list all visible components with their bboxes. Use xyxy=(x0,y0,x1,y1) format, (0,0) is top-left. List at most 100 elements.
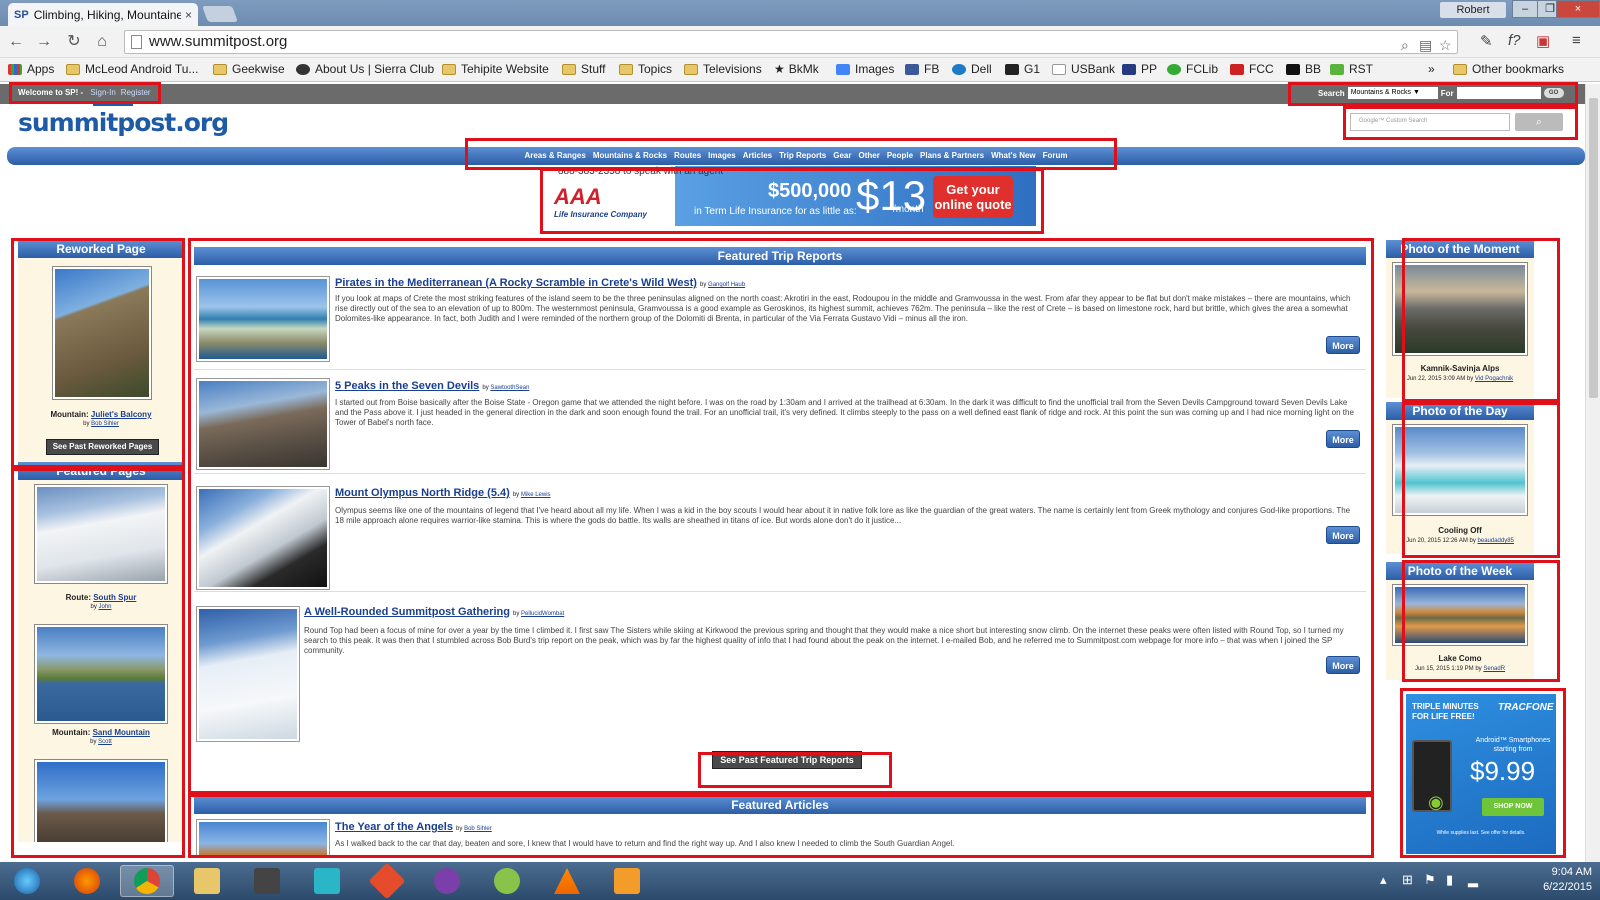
trip-more-button[interactable]: More xyxy=(1326,526,1360,544)
google-search-input[interactable]: Google™ Custom Search xyxy=(1350,113,1510,131)
bookmark-item[interactable]: Tehipite Website xyxy=(442,62,549,76)
tray-chevron-icon[interactable]: ▴ xyxy=(1380,872,1387,888)
menu-images[interactable]: Images xyxy=(708,151,736,160)
trip-author-link[interactable]: PellucidWombat xyxy=(521,611,564,617)
trip-more-button[interactable]: More xyxy=(1326,336,1360,354)
menu-gear[interactable]: Gear xyxy=(833,151,851,160)
article-thumbnail[interactable] xyxy=(196,819,330,857)
tray-battery-icon[interactable]: ▮ xyxy=(1446,872,1453,888)
function-icon[interactable]: f? xyxy=(1508,32,1521,49)
window-close-button[interactable]: × xyxy=(1556,0,1600,18)
tray-windows-icon[interactable]: ⊞ xyxy=(1402,872,1413,888)
photo-author-link[interactable]: beaudaddy85 xyxy=(1478,538,1514,544)
app-icon[interactable] xyxy=(300,865,354,897)
search-input[interactable] xyxy=(1456,87,1541,99)
start-button[interactable] xyxy=(0,865,54,897)
photo-of-week-thumbnail[interactable] xyxy=(1392,584,1528,646)
git-icon[interactable] xyxy=(360,862,414,900)
firefox-icon[interactable] xyxy=(60,865,114,897)
bookmark-item[interactable]: FCC xyxy=(1230,62,1274,76)
address-bar[interactable]: www.summitpost.org ⌕ ▤ ☆ xyxy=(124,30,1458,54)
bookmark-item[interactable]: USBank xyxy=(1052,62,1115,76)
trip-more-button[interactable]: More xyxy=(1326,430,1360,448)
emacs-icon[interactable] xyxy=(420,865,474,897)
bookmark-item[interactable]: ★ BkMk xyxy=(774,62,819,76)
scrollbar-thumb[interactable] xyxy=(1589,98,1598,398)
trip-thumbnail[interactable] xyxy=(196,486,330,590)
shop-now-button[interactable]: SHOP NOW xyxy=(1482,798,1544,816)
signin-link[interactable]: Sign-In xyxy=(90,88,115,97)
menu-routes[interactable]: Routes xyxy=(674,151,701,160)
article-author-link[interactable]: Bob Sihler xyxy=(464,826,492,832)
menu-other[interactable]: Other xyxy=(858,151,879,160)
browser-tab[interactable]: SP Climbing, Hiking, Mountaineering × xyxy=(8,3,198,26)
trip-author-link[interactable]: SawtoothSean xyxy=(490,385,529,391)
menu-articles[interactable]: Articles xyxy=(743,151,772,160)
other-bookmarks[interactable]: Other bookmarks xyxy=(1453,62,1564,76)
trip-author-link[interactable]: Gangolf Haub xyxy=(708,282,745,288)
bookmark-item[interactable]: BB xyxy=(1286,62,1321,76)
tray-network-icon[interactable]: ▂ xyxy=(1468,872,1478,888)
zoom-icon[interactable]: ⌕ xyxy=(1401,34,1409,56)
menu-icon[interactable]: ≡ xyxy=(1572,32,1581,49)
menu-forum[interactable]: Forum xyxy=(1043,151,1068,160)
page-scrollbar[interactable] xyxy=(1585,84,1600,862)
featured-author-link[interactable]: Scott xyxy=(98,739,112,745)
bookmarks-overflow-icon[interactable]: » xyxy=(1428,62,1435,76)
photo-of-day-thumbnail[interactable] xyxy=(1392,424,1528,516)
featured-page-link[interactable]: Sand Mountain xyxy=(93,728,150,737)
bookmark-star-icon[interactable]: ☆ xyxy=(1439,34,1452,56)
menu-areas-ranges[interactable]: Areas & Ranges xyxy=(524,151,585,160)
bookmark-item[interactable]: Televisions xyxy=(684,62,762,76)
bookmark-item[interactable]: PP xyxy=(1122,62,1157,76)
android-studio-icon[interactable] xyxy=(480,865,534,897)
featured-page-thumbnail[interactable] xyxy=(34,624,168,724)
menu-trip-reports[interactable]: Trip Reports xyxy=(779,151,826,160)
eyedropper-icon[interactable]: ✎ xyxy=(1480,32,1493,50)
bookmark-item[interactable]: FB xyxy=(905,62,939,76)
reload-icon[interactable]: ↻ xyxy=(64,32,84,52)
menu-people[interactable]: People xyxy=(887,151,913,160)
trip-title-link[interactable]: 5 Peaks in the Seven Devils xyxy=(335,380,479,392)
sublime-icon[interactable] xyxy=(240,865,294,897)
taskbar-clock[interactable]: 9:04 AM 6/22/2015 xyxy=(1506,865,1592,895)
bookmark-item[interactable]: Stuff xyxy=(562,62,605,76)
minimize-button[interactable]: – xyxy=(1512,0,1538,18)
trip-more-button[interactable]: More xyxy=(1326,656,1360,674)
home-icon[interactable]: ⌂ xyxy=(92,32,112,52)
new-tab-button[interactable] xyxy=(202,6,238,22)
search-category-select[interactable]: Mountains & Rocks ▼ xyxy=(1347,87,1438,99)
bookmark-item[interactable]: FCLib xyxy=(1167,62,1218,76)
photo-of-moment-thumbnail[interactable] xyxy=(1392,262,1528,356)
trip-thumbnail[interactable] xyxy=(196,378,330,470)
see-past-reworked-button[interactable]: See Past Reworked Pages xyxy=(46,439,159,455)
featured-author-link[interactable]: John xyxy=(99,604,112,610)
explorer-icon[interactable] xyxy=(180,865,234,897)
featured-page-link[interactable]: South Spur xyxy=(93,593,136,602)
chrome-icon[interactable] xyxy=(120,865,174,897)
menu-whats-new[interactable]: What's New xyxy=(991,151,1036,160)
article-title-link[interactable]: The Year of the Angels xyxy=(335,821,453,833)
featured-page-thumbnail[interactable] xyxy=(34,759,168,842)
aaa-banner-ad[interactable]: 888-383-2358 to speak with an agent AAA L… xyxy=(548,166,1036,226)
close-tab-icon[interactable]: × xyxy=(185,8,192,22)
trip-title-link[interactable]: A Well-Rounded Summitpost Gathering xyxy=(304,606,510,618)
ad-cta-button[interactable]: Get your online quote xyxy=(933,176,1013,218)
menu-plans-partners[interactable]: Plans & Partners xyxy=(920,151,984,160)
forward-icon[interactable]: → xyxy=(34,32,54,52)
google-search-button[interactable]: ⌕ xyxy=(1515,113,1563,131)
bookmark-item[interactable]: Images xyxy=(836,62,894,76)
reworked-page-link[interactable]: Juliet's Balcony xyxy=(91,410,152,419)
reader-icon[interactable]: ▤ xyxy=(1419,34,1432,56)
bookmark-item[interactable]: G1 xyxy=(1005,62,1040,76)
menu-mountains-rocks[interactable]: Mountains & Rocks xyxy=(593,151,667,160)
trip-title-link[interactable]: Mount Olympus North Ridge (5.4) xyxy=(335,487,510,499)
bookmark-item[interactable]: RST xyxy=(1330,62,1373,76)
bookmark-item[interactable]: About Us | Sierra Club xyxy=(296,62,434,76)
back-icon[interactable]: ← xyxy=(6,32,26,52)
tracfone-ad[interactable]: TRIPLE MINUTES FOR LIFE FREE! TRACFONE ◉… xyxy=(1406,694,1556,854)
profile-button[interactable]: Robert xyxy=(1440,2,1506,18)
media-player-icon[interactable] xyxy=(600,865,654,897)
trip-thumbnail[interactable] xyxy=(196,276,330,362)
register-link[interactable]: Register xyxy=(121,88,151,97)
